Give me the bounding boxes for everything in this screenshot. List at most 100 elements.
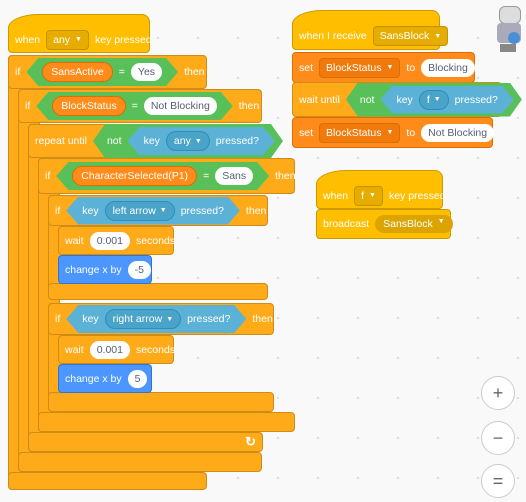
key-pressed-sensing[interactable]: key right arrow ▼ pressed? [66,305,246,333]
then-label: then [238,100,260,112]
dropdown-arrow-icon: ▼ [386,64,394,71]
not-operator[interactable]: not key f ▼ pressed? [346,83,522,117]
change-x-block[interactable]: change x by -5 [58,255,152,284]
value-input[interactable]: Sans [215,167,253,185]
dropdown-arrow-icon: ▼ [159,207,167,214]
value-input[interactable]: Yes [131,63,162,81]
pressed-label: pressed? [187,313,231,325]
wait-block[interactable]: wait 0.001 seconds [58,226,175,255]
equals-operator[interactable]: CharacterSelected(P1) = Sans [56,162,269,190]
change-x-input[interactable]: 5 [127,369,148,388]
equals-operator[interactable]: SansActive = Yes [26,58,178,86]
pressed-label: pressed? [454,93,498,106]
wait-input[interactable]: 0.001 [89,231,130,250]
wait-label: wait [65,343,84,356]
key-dropdown[interactable]: f ▼ [419,90,449,110]
if-right-arrow-block[interactable]: if key right arrow ▼ pressed? then [48,303,274,335]
if-label: if [55,313,61,325]
if-right-bottom[interactable] [48,392,274,412]
key-dropdown[interactable]: any ▼ [166,131,210,151]
key-value: f [361,189,365,202]
if-left-bottom[interactable] [48,283,268,300]
wait-input[interactable]: 0.001 [89,340,130,359]
then-label: then [275,170,296,182]
value-input[interactable]: Not Blocking [144,97,217,115]
zoom-out-icon: − [492,427,504,448]
when-i-receive-hat[interactable]: when I receive SansBlock ▼ [292,10,449,50]
key-value: right arrow [112,313,163,325]
if-character-bottom[interactable] [38,412,295,432]
dropdown-arrow-icon: ▼ [194,137,202,145]
wait-until-block[interactable]: wait until not key f ▼ pressed? [292,82,502,117]
pressed-label: pressed? [215,135,259,147]
then-label: then [245,204,267,217]
if-sansactive-block[interactable]: if SansActive = Yes then [8,55,207,89]
key-dropdown[interactable]: left arrow ▼ [105,201,175,221]
repeat-until-block[interactable]: repeat until not key any ▼ pressed? [28,124,263,158]
key-pressed-sensing[interactable]: key f ▼ pressed? [380,86,513,114]
if-sansactive-bottom[interactable] [8,472,207,490]
to-label: to [406,126,416,139]
if-label: if [15,66,21,78]
message-dropdown[interactable]: SansBlock ▼ [375,215,453,233]
equals-operator[interactable]: BlockStatus = Not Blocking [36,92,233,120]
when-label: when [323,189,349,202]
value-input[interactable]: Blocking [421,58,475,77]
set-label: set [299,61,314,74]
if-label: if [55,204,61,217]
equals-label: = [131,100,138,112]
change-x-label: change x by [65,372,122,385]
not-operator[interactable]: not key any ▼ pressed? [93,124,283,158]
key-label: key [396,93,413,106]
key-value: f [426,93,430,106]
change-x-input[interactable]: -5 [127,260,151,279]
key-pressed-sensing[interactable]: key any ▼ pressed? [128,127,275,155]
pressed-label: pressed? [180,204,224,217]
then-label: then [184,66,205,78]
variable-dropdown[interactable]: BlockStatus ▼ [319,57,401,78]
equals-label: = [118,66,125,78]
key-dropdown[interactable]: right arrow ▼ [105,309,182,329]
equals-label: = [203,170,210,182]
sansactive-variable[interactable]: SansActive [42,62,113,82]
dropdown-arrow-icon: ▼ [434,32,442,40]
key-value: left arrow [112,204,156,217]
set-variable-block[interactable]: set BlockStatus ▼ to Blocking [292,52,475,83]
variable-value: BlockStatus [326,126,382,139]
reset-zoom-icon: = [492,470,504,491]
blockstatus-variable[interactable]: BlockStatus [52,96,125,116]
to-label: to [406,61,416,74]
wait-label: wait [65,234,84,247]
if-label: if [45,170,51,182]
if-left-arrow-block[interactable]: if key left arrow ▼ pressed? then [48,195,268,226]
zoom-in-button[interactable]: + [481,376,515,410]
loop-arrow-icon: ↻ [245,434,256,449]
key-dropdown[interactable]: any ▼ [46,29,89,50]
message-value: SansBlock [379,30,430,42]
dropdown-arrow-icon: ▼ [369,192,376,199]
if-blockstatus-block[interactable]: if BlockStatus = Not Blocking then [18,89,262,123]
broadcast-block[interactable]: broadcast SansBlock ▼ [316,209,453,239]
wait-until-label: wait until [299,93,340,106]
repeat-bottom[interactable]: ↻ [28,432,263,452]
key-pressed-sensing[interactable]: key left arrow ▼ pressed? [66,197,240,225]
when-key-pressed-hat[interactable]: when any ▼ key pressed [8,14,152,53]
characterselected-variable[interactable]: CharacterSelected(P1) [72,166,197,186]
wait-block[interactable]: wait 0.001 seconds [58,335,175,364]
when-key-pressed-hat[interactable]: when f ▼ key pressed [316,170,446,209]
broadcast-label: broadcast [323,218,370,230]
reset-zoom-button[interactable]: = [481,464,515,498]
if-character-block[interactable]: if CharacterSelected(P1) = Sans then [38,158,296,194]
when-label: when [15,33,41,46]
dropdown-arrow-icon: ▼ [386,129,394,136]
variable-value: BlockStatus [326,61,382,74]
variable-dropdown[interactable]: BlockStatus ▼ [319,122,401,143]
value-input[interactable]: Not Blocking [421,123,495,142]
change-x-block[interactable]: change x by 5 [58,364,152,393]
if-blockstatus-bottom[interactable] [18,452,262,472]
zoom-out-button[interactable]: − [481,421,515,455]
key-dropdown[interactable]: f ▼ [354,185,383,206]
set-variable-block[interactable]: set BlockStatus ▼ to Not Blocking [292,117,495,148]
message-dropdown[interactable]: SansBlock ▼ [372,26,449,46]
change-x-label: change x by [65,263,122,276]
